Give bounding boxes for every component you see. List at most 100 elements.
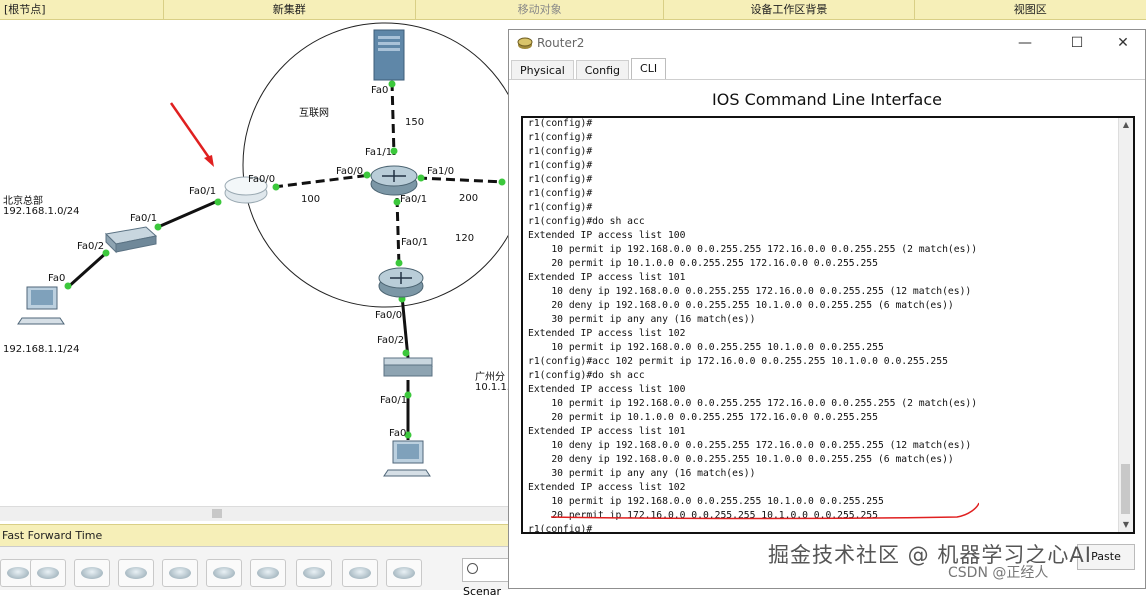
device-palette [0, 546, 510, 590]
router-type-icon[interactable] [342, 559, 378, 587]
cli-line: 10 permit ip 192.168.0.0 0.0.255.255 172… [528, 244, 978, 255]
cli-line: 20 deny ip 192.168.0.0 0.0.255.255 10.1.… [528, 454, 954, 465]
tab-physical[interactable]: Physical [511, 60, 574, 80]
cli-line: r1(config)# [528, 524, 593, 534]
workspace-toolbar: [根节点] 新集群 移动对象 设备工作区背景 视图区 [0, 0, 1146, 20]
cli-line: 10 permit ip 192.168.0.0 0.0.255.255 10.… [528, 342, 884, 353]
set-background-button[interactable]: 设备工作区背景 [664, 0, 915, 19]
cli-heading: IOS Command Line Interface [712, 90, 942, 109]
canvas-horizontal-scrollbar[interactable] [0, 506, 510, 521]
port-label: Fa0/1 [401, 237, 429, 248]
cli-line: r1(config)# [528, 132, 593, 143]
bottom-router-device [378, 267, 424, 298]
router-type-icon[interactable] [118, 559, 154, 587]
cli-line: Extended IP access list 102 [528, 328, 686, 339]
router-type-icon[interactable] [206, 559, 242, 587]
port-label: Fa0/1 [130, 213, 158, 224]
scroll-down-icon[interactable]: ▼ [1119, 518, 1133, 532]
cli-line: Extended IP access list 100 [528, 384, 686, 395]
router-type-icon[interactable] [74, 559, 110, 587]
tab-config[interactable]: Config [575, 60, 630, 80]
port-label: Fa0/2 [77, 241, 105, 252]
cli-line: 10 deny ip 192.168.0.0 0.0.255.255 172.1… [528, 440, 972, 451]
link-cost-label: 120 [455, 233, 475, 244]
fast-forward-time-button[interactable]: Fast Forward Time [2, 529, 102, 542]
router-type-icon[interactable] [250, 559, 286, 587]
cli-line: Extended IP access list 101 [528, 426, 686, 437]
cli-line: Extended IP access list 102 [528, 482, 686, 493]
cli-line: r1(config)#do sh acc [528, 216, 645, 227]
link-center-right [417, 176, 506, 184]
topology-drawing [17, 22, 510, 477]
beijing-name-label: 北京总部 [3, 196, 43, 207]
link-pc-switch [65, 251, 108, 290]
port-label: Fa0 [48, 273, 66, 284]
pc-ip-label: 192.168.1.1/24 [3, 344, 80, 355]
cli-line: Extended IP access list 101 [528, 272, 686, 283]
topology-canvas[interactable]: 互联网 Fa0 150 Fa1/1 Fa1/0 Fa0/0 Fa0/0 Fa0/… [0, 20, 510, 506]
link-cost-label: 200 [459, 193, 479, 204]
cloud-label: 互联网 [299, 108, 329, 119]
port-label: Fa0 [389, 428, 407, 439]
router-type-icon[interactable] [30, 559, 66, 587]
bottom-pc-device [383, 440, 431, 477]
center-router-device [370, 165, 418, 196]
window-titlebar[interactable]: Router2 — ☐ ✕ [509, 30, 1145, 58]
maximize-icon[interactable]: ☐ [1067, 34, 1087, 52]
pointer-arrow [169, 102, 214, 163]
router-app-icon [517, 37, 533, 49]
cli-line: Extended IP access list 100 [528, 230, 686, 241]
router-type-icon[interactable] [162, 559, 198, 587]
cli-vertical-scrollbar[interactable]: ▲ ▼ [1118, 118, 1133, 532]
scroll-up-icon[interactable]: ▲ [1119, 118, 1133, 132]
close-icon[interactable]: ✕ [1113, 34, 1133, 52]
left-pc-device [17, 286, 65, 325]
cli-line: 20 permit ip 10.1.0.0 0.0.255.255 172.16… [528, 412, 878, 423]
router-type-icon[interactable] [296, 559, 332, 587]
cli-line: r1(config)# [528, 146, 593, 157]
window-title: Router2 [537, 36, 585, 50]
window-tabs: Physical Config CLI [511, 58, 668, 80]
scenario-label: Scenar [463, 585, 502, 598]
new-cluster-button[interactable]: 新集群 [164, 0, 416, 19]
port-label: Fa0/1 [400, 194, 428, 205]
left-switch-device [104, 226, 158, 254]
cli-line: 10 permit ip 192.168.0.0 0.0.255.255 172… [528, 398, 978, 409]
cli-line: r1(config)# [528, 160, 593, 171]
server-device [373, 29, 405, 81]
cli-line: r1(config)# [528, 188, 593, 199]
link-cost-label: 150 [405, 117, 425, 128]
guangzhou-network-label: 10.1.1. [475, 382, 510, 393]
port-label: Fa0/0 [248, 174, 276, 185]
cli-line: 20 deny ip 192.168.0.0 0.0.255.255 10.1.… [528, 300, 954, 311]
port-label: Fa0/0 [336, 166, 364, 177]
port-label: Fa1/1 [365, 147, 393, 158]
watermark-sub: CSDN @正经人 [948, 565, 1049, 581]
beijing-network-label: 192.168.1.0/24 [3, 206, 80, 217]
cli-terminal[interactable]: r1(config)# r1(config)# r1(config)# r1(conf… [521, 116, 1135, 534]
port-status-dots [64, 80, 506, 439]
cli-line: r1(config)#do sh acc [528, 370, 645, 381]
port-label: Fa0/1 [380, 395, 408, 406]
cli-line: 30 permit ip any any (16 match(es)) [528, 468, 756, 479]
cli-output: r1(config)# r1(config)# r1(config)# r1(conf… [528, 118, 978, 534]
router2-window: Router2 — ☐ ✕ Physical Config CLI IOS Co… [508, 29, 1146, 589]
link-cost-label: 100 [301, 194, 321, 205]
move-object-button[interactable]: 移动对象 [416, 0, 665, 19]
scrollbar-thumb[interactable] [1121, 464, 1130, 514]
cli-line: r1(config)#acc 102 permit ip 172.16.0.0 … [528, 356, 948, 367]
scenario-select[interactable]: Scenar [462, 558, 512, 598]
cli-line: r1(config)# [528, 174, 593, 185]
tab-cli[interactable]: CLI [631, 58, 667, 80]
red-underline-annotation [550, 502, 979, 520]
minimize-icon[interactable]: — [1015, 34, 1035, 52]
fast-forward-time-bar: Fast Forward Time [0, 524, 510, 546]
viewport-button[interactable]: 视图区 [915, 0, 1146, 19]
router-type-icon[interactable] [386, 559, 422, 587]
scrollbar-thumb[interactable] [212, 509, 222, 518]
port-label: Fa0/1 [189, 186, 217, 197]
link-switch-left [157, 198, 221, 229]
bottom-switch-device [383, 357, 433, 377]
port-label: Fa0/2 [377, 335, 405, 346]
root-node-link[interactable]: [根节点] [0, 0, 164, 19]
